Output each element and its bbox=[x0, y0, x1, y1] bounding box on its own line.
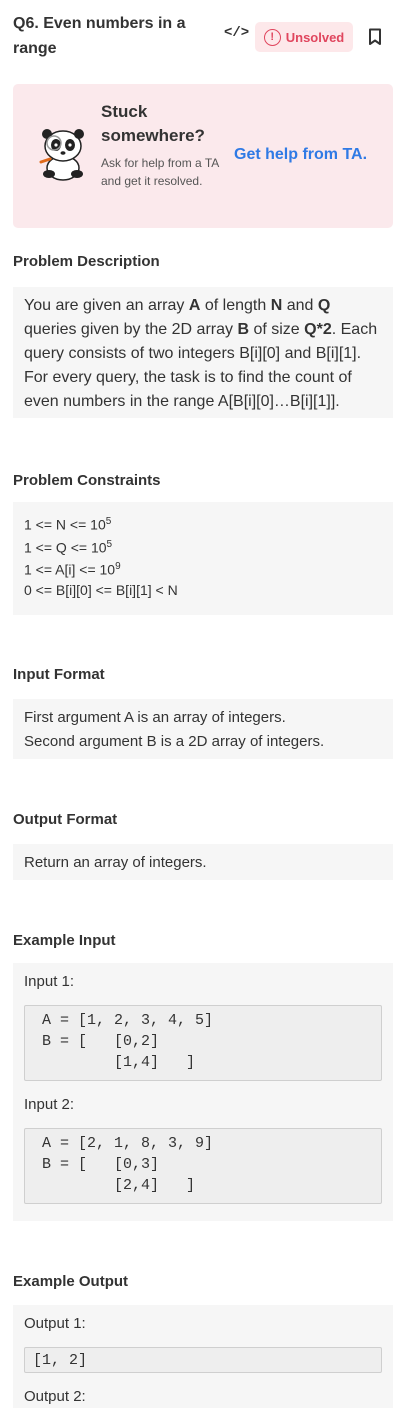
description-text-bold: Q bbox=[317, 297, 331, 314]
example-input-box: Input 1: A = [1, 2, 3, 4, 5] B = [ [0,2]… bbox=[13, 963, 393, 1221]
description-box: You are given an array A of length N and… bbox=[13, 287, 393, 418]
help-subtitle: Ask for help from a TA and get it resolv… bbox=[101, 156, 219, 188]
example-output-box: Output 1: [1, 2] Output 2: bbox=[13, 1305, 393, 1408]
description-text-bold: B bbox=[237, 321, 250, 338]
input-format-line: Second argument B is a 2D array of integ… bbox=[24, 733, 325, 750]
problem-header: Q6. Even numbers in a range </> ! Unsolv… bbox=[13, 11, 395, 63]
description-text-part: You are given an array bbox=[24, 297, 189, 314]
example-output-label: Output 1: bbox=[24, 1315, 86, 1332]
example-output-label: Output 2: bbox=[24, 1388, 86, 1405]
status-badge[interactable]: ! Unsolved bbox=[255, 22, 353, 52]
example-output-code: [1, 2] bbox=[24, 1347, 382, 1373]
constraints-box: 1 <= N <= 105 1 <= Q <= 105 1 <= A[i] <=… bbox=[13, 502, 393, 615]
description-text-part: queries given by the 2D array bbox=[24, 321, 238, 338]
problem-title: Q6. Even numbers in a range bbox=[13, 15, 186, 57]
description-text-bold: N bbox=[270, 297, 283, 314]
section-title-example-input: Example Input bbox=[13, 932, 116, 949]
output-format-box: Return an array of integers. bbox=[13, 844, 393, 880]
constraint-line: 1 <= A[i] <= 109 bbox=[24, 561, 121, 578]
code-icon[interactable]: </> bbox=[224, 25, 249, 41]
bookmark-icon[interactable] bbox=[368, 28, 382, 46]
output-format-text: Return an array of integers. bbox=[24, 854, 207, 871]
get-help-link[interactable]: Get help from TA. bbox=[234, 146, 367, 164]
section-title-output-format: Output Format bbox=[13, 811, 118, 828]
input-format-box: First argument A is an array of integers… bbox=[13, 699, 393, 759]
input-format-text: First argument A is an array of integers… bbox=[13, 699, 393, 761]
description-text-bold: Q*2 bbox=[304, 321, 332, 338]
help-title: Stuck somewhere? bbox=[101, 102, 205, 145]
description-text-bold: A bbox=[188, 297, 201, 314]
example-input-label: Input 2: bbox=[24, 1096, 75, 1113]
description-text-part: of length bbox=[200, 297, 271, 314]
description-text: You are given an array A of length N and… bbox=[13, 287, 393, 421]
status-label: Unsolved bbox=[285, 29, 345, 45]
description-text-part: and bbox=[282, 297, 318, 314]
constraints-list: 1 <= N <= 105 1 <= Q <= 105 1 <= A[i] <=… bbox=[13, 502, 393, 610]
panda-mascot-icon bbox=[39, 129, 84, 181]
section-title-example-output: Example Output bbox=[13, 1273, 129, 1290]
constraint-line: 1 <= N <= 105 bbox=[24, 516, 112, 533]
help-card: Stuck somewhere? Ask for help from a TA … bbox=[13, 84, 393, 228]
section-title-input-format: Input Format bbox=[13, 666, 105, 683]
constraint-line: 0 <= B[i][0] <= B[i][1] < N bbox=[24, 581, 178, 598]
example-input-code: A = [1, 2, 3, 4, 5] B = [ [0,2] [1,4] ] bbox=[24, 1005, 382, 1081]
example-input-label: Input 1: bbox=[24, 973, 75, 990]
alert-circle-icon: ! bbox=[263, 28, 281, 46]
example-input-code: A = [2, 1, 8, 3, 9] B = [ [0,3] [2,4] ] bbox=[24, 1128, 382, 1204]
constraint-line: 1 <= Q <= 105 bbox=[24, 538, 113, 556]
input-format-line: First argument A is an array of integers… bbox=[24, 709, 286, 726]
section-title-constraints: Problem Constraints bbox=[13, 472, 161, 489]
section-title-description: Problem Description bbox=[13, 253, 160, 270]
description-text-part: of size bbox=[249, 321, 305, 338]
